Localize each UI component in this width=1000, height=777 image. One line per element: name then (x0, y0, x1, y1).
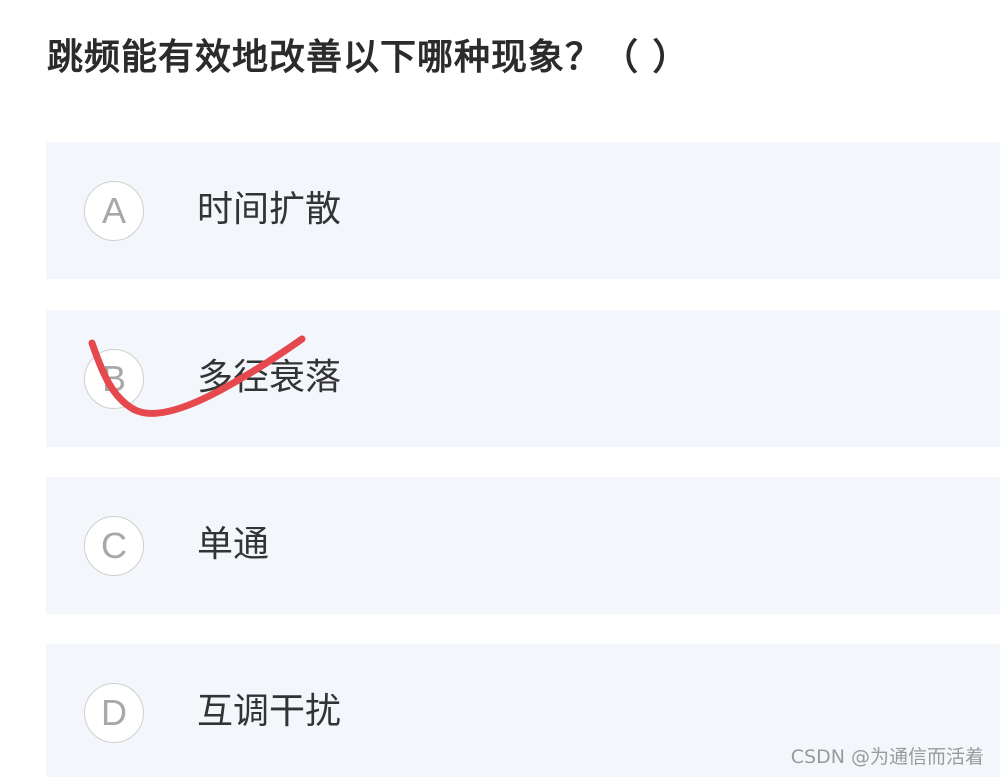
option-a-text: 时间扩散 (197, 189, 342, 230)
option-b-letter: B (84, 349, 144, 409)
option-c-letter: C (84, 516, 144, 576)
question-title: 跳频能有效地改善以下哪种现象？（ ） (47, 37, 690, 78)
option-a[interactable]: A 时间扩散 (46, 142, 1000, 279)
option-d-text: 互调干扰 (197, 691, 342, 732)
quiz-page: 跳频能有效地改善以下哪种现象？（ ） A 时间扩散 B 多径衰落 C 单通 D … (0, 0, 1000, 777)
option-d-letter: D (84, 683, 144, 743)
watermark-text: CSDN @为通信而活着 (790, 746, 984, 768)
option-b-text: 多径衰落 (197, 357, 342, 398)
option-c-text: 单通 (197, 524, 270, 565)
option-a-letter: A (84, 181, 144, 241)
option-b[interactable]: B 多径衰落 (46, 310, 1000, 447)
option-c[interactable]: C 单通 (46, 477, 1000, 614)
